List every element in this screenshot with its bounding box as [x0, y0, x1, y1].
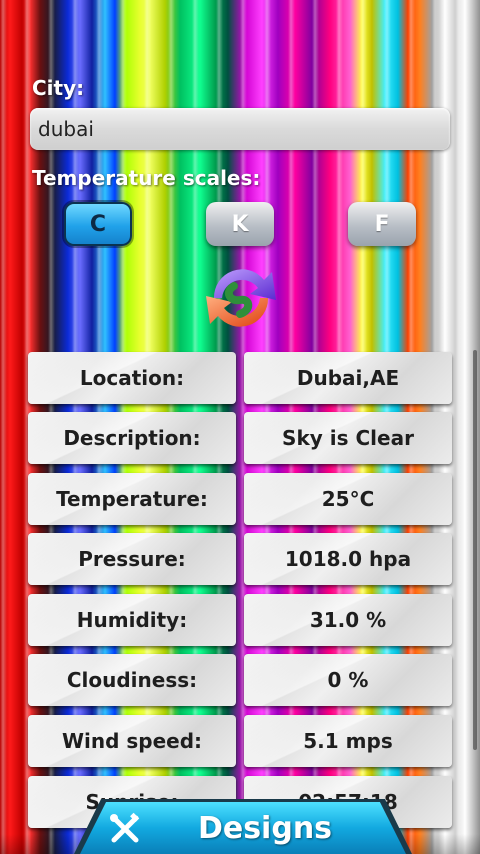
scale-button-f[interactable]: F	[348, 202, 416, 246]
description-value-cell: Sky is Clear	[244, 412, 452, 464]
temperature-label-cell: Temperature:	[28, 473, 236, 525]
cloudiness-value-cell: 0 %	[244, 654, 452, 706]
wind-speed-value-cell: 5.1 mps	[244, 715, 452, 767]
city-input[interactable]	[30, 108, 450, 150]
temperature-value-cell: 25°C	[244, 473, 452, 525]
refresh-icon	[206, 269, 276, 327]
designs-tab[interactable]: Designs	[80, 802, 406, 854]
scrollbar[interactable]	[473, 350, 477, 750]
refresh-button[interactable]	[194, 258, 288, 338]
city-label: City:	[32, 76, 85, 100]
scale-button-k[interactable]: K	[206, 202, 274, 246]
cloudiness-label-cell: Cloudiness:	[28, 654, 236, 706]
bottom-bar: Designs	[0, 799, 480, 854]
description-label-cell: Description:	[28, 412, 236, 464]
location-value-cell: Dubai,AE	[244, 352, 452, 404]
location-label-cell: Location:	[28, 352, 236, 404]
wind-speed-label-cell: Wind speed:	[28, 715, 236, 767]
pressure-value-cell: 1018.0 hpa	[244, 533, 452, 585]
temperature-scales-label: Temperature scales:	[32, 166, 261, 190]
humidity-value-cell: 31.0 %	[244, 594, 452, 646]
scale-button-c[interactable]: C	[64, 202, 132, 246]
humidity-label-cell: Humidity:	[28, 594, 236, 646]
tools-icon	[110, 812, 140, 843]
designs-tab-label: Designs	[197, 810, 333, 846]
pressure-label-cell: Pressure:	[28, 533, 236, 585]
